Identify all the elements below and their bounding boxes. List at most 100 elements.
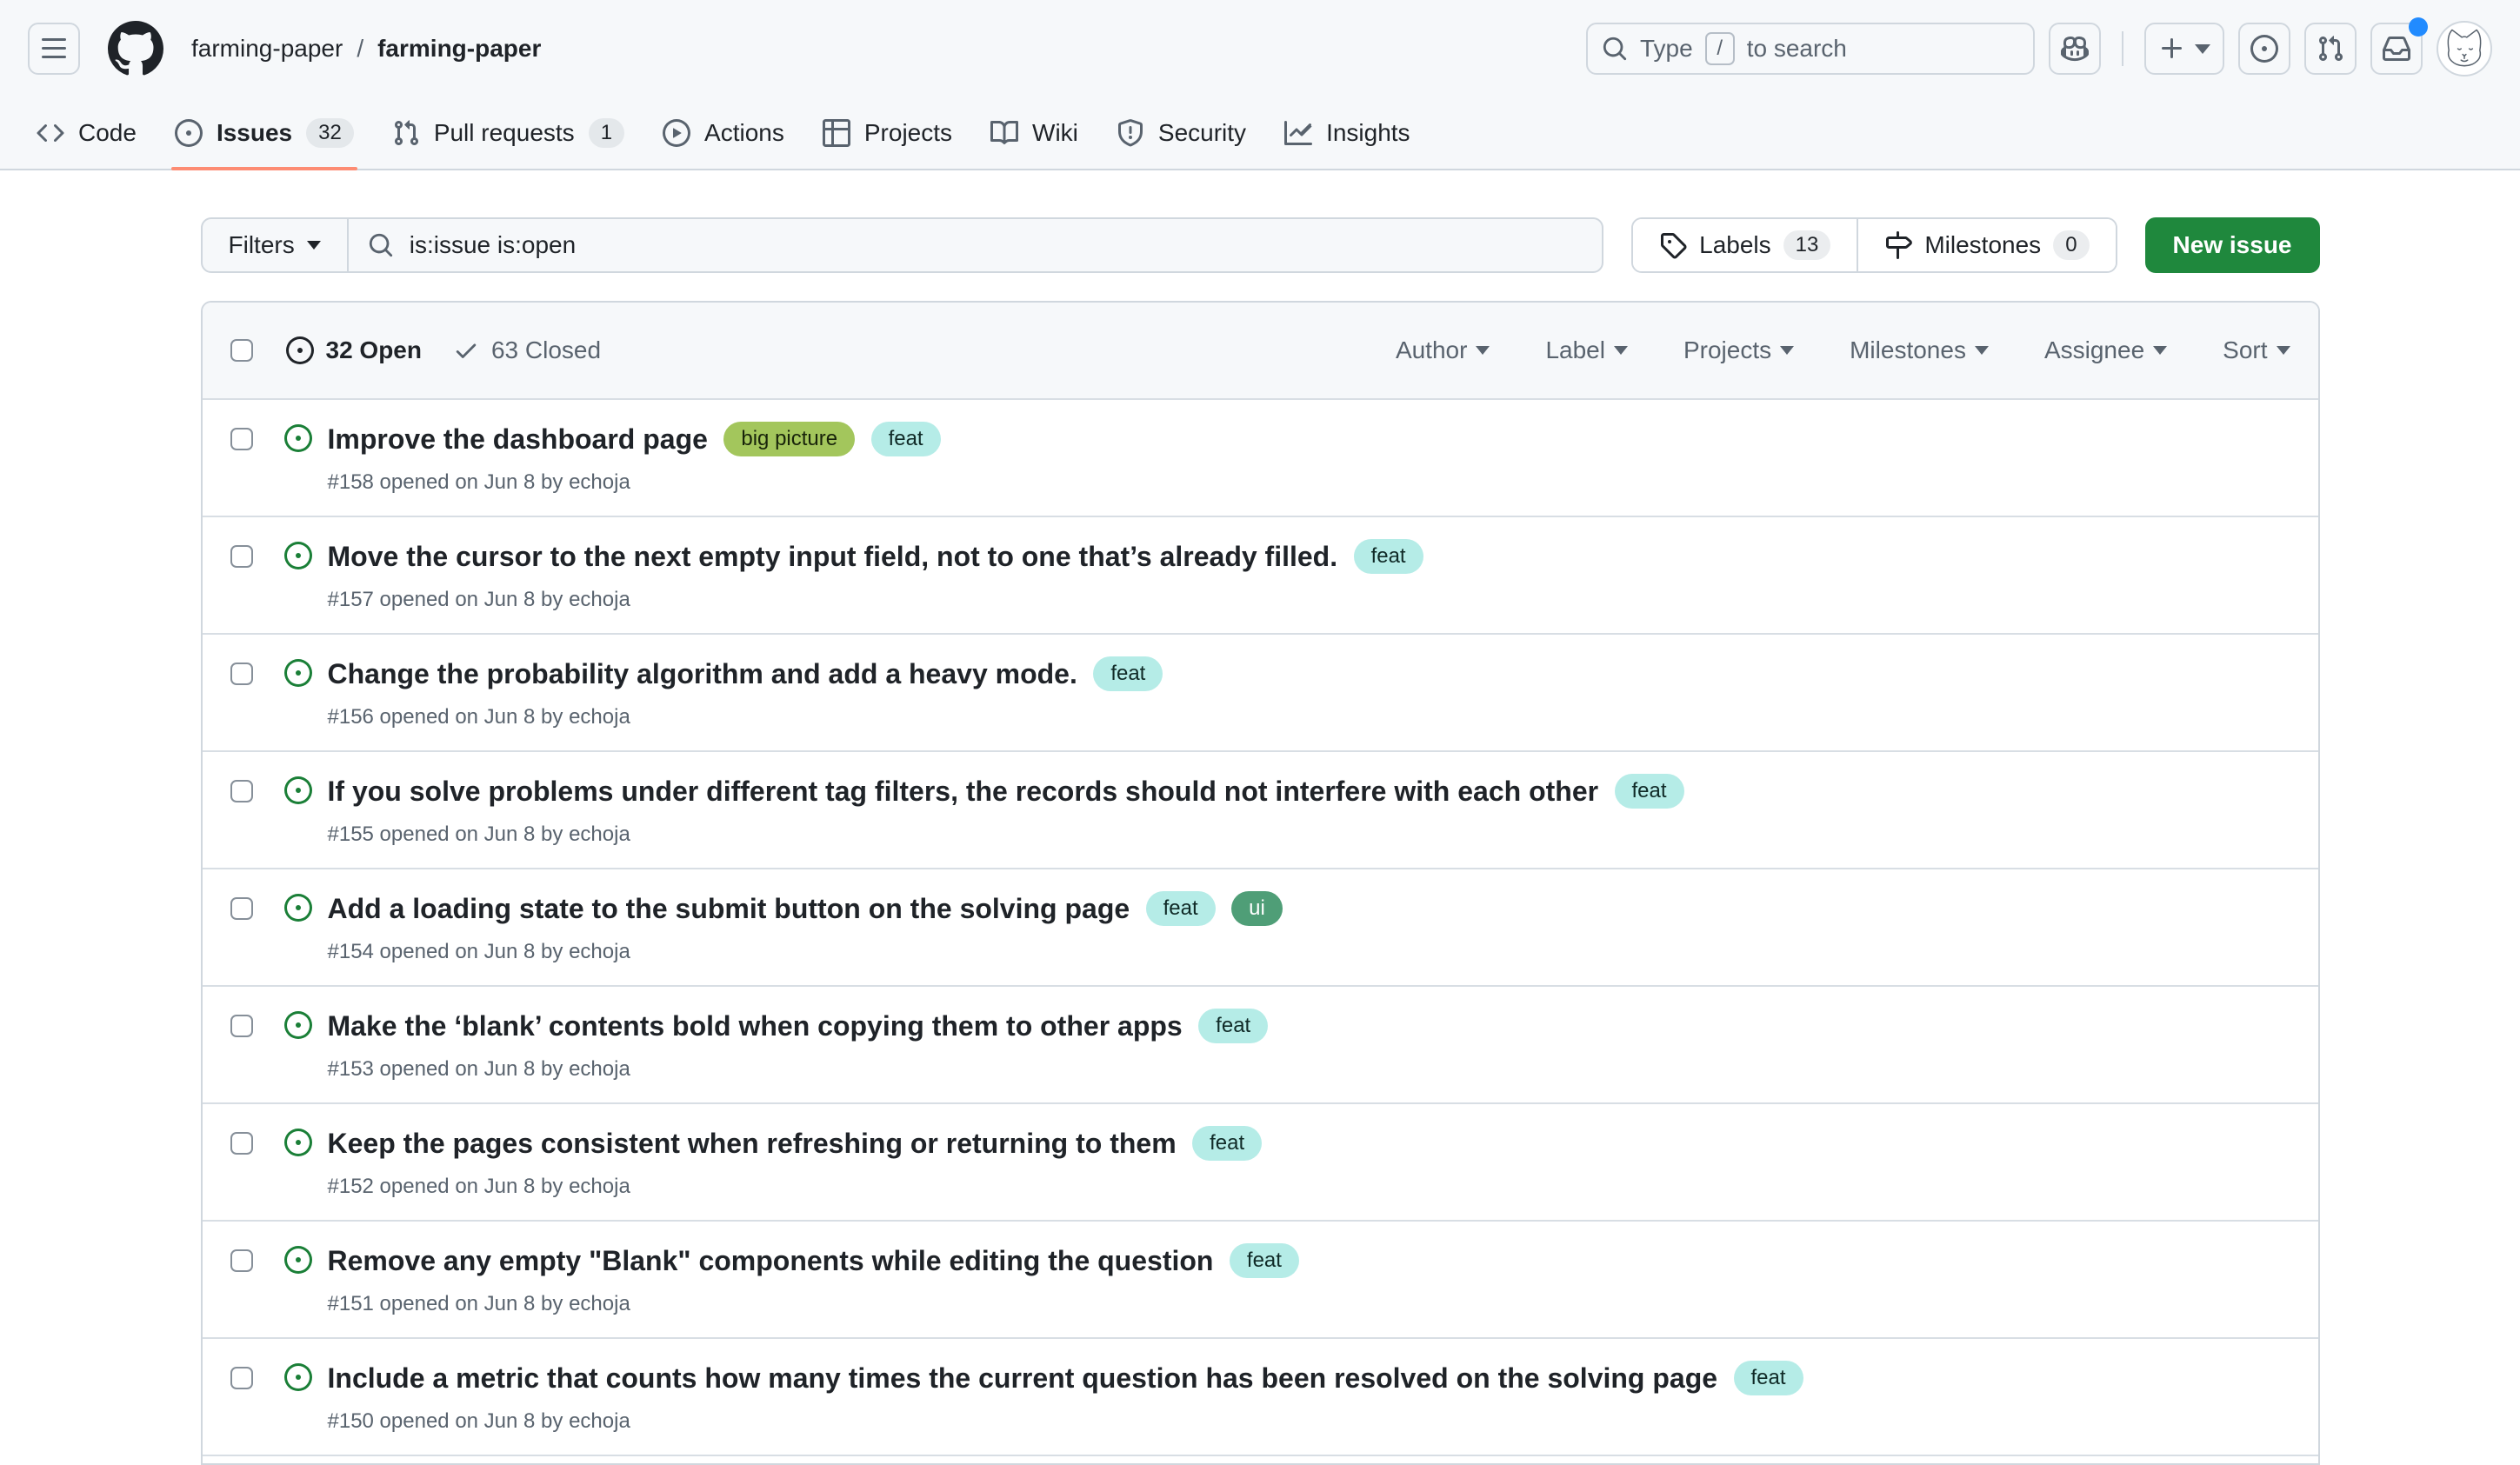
copilot-icon — [2061, 35, 2089, 63]
github-logo[interactable] — [108, 21, 163, 77]
milestones-label: Milestones — [1924, 231, 2041, 259]
issue-title-link[interactable]: Remove any empty "Blank" components whil… — [328, 1245, 1214, 1276]
create-new-button[interactable] — [2144, 23, 2224, 75]
issue-open-icon — [284, 542, 312, 569]
author-filter[interactable]: Author — [1396, 336, 1490, 364]
issue-checkbox[interactable] — [230, 545, 253, 568]
issue-row: Change the probability algorithm and add… — [203, 633, 2318, 750]
issue-checkbox[interactable] — [230, 897, 253, 920]
issue-row: Make the ‘blank’ contents bold when copy… — [203, 985, 2318, 1102]
issue-meta: #153 opened on Jun 8 by echoja — [328, 1057, 2290, 1082]
issue-label[interactable]: feat — [1093, 656, 1163, 691]
issue-label[interactable]: feat — [871, 422, 941, 456]
graph-icon — [1284, 119, 1312, 147]
filters-label: Filters — [229, 231, 295, 259]
issue-title-link[interactable]: Improve the dashboard page — [328, 423, 708, 455]
breadcrumb-owner[interactable]: farming-paper — [191, 35, 343, 63]
tab-security[interactable]: Security — [1101, 97, 1262, 169]
tab-label: Wiki — [1032, 119, 1078, 147]
projects-filter[interactable]: Projects — [1683, 336, 1794, 364]
issue-title-link[interactable]: Make the ‘blank’ contents bold when copy… — [328, 1010, 1183, 1042]
issue-label[interactable]: ui — [1231, 891, 1283, 926]
issue-open-icon — [284, 659, 312, 687]
issue-label[interactable]: feat — [1198, 1009, 1268, 1043]
issue-checkbox[interactable] — [230, 1367, 253, 1389]
issue-label[interactable]: feat — [1354, 539, 1423, 574]
tab-label: Security — [1158, 119, 1246, 147]
tab-projects[interactable]: Projects — [807, 97, 968, 169]
caret-down-icon — [1476, 346, 1490, 355]
issue-label[interactable]: feat — [1192, 1126, 1262, 1161]
milestones-button[interactable]: Milestones 0 — [1857, 219, 2115, 271]
tab-actions[interactable]: Actions — [647, 97, 800, 169]
milestones-filter[interactable]: Milestones — [1850, 336, 1989, 364]
check-icon — [453, 337, 479, 363]
issue-title-link[interactable]: Include a metric that counts how many ti… — [328, 1362, 1718, 1394]
caret-down-icon — [307, 241, 321, 250]
issue-title-link[interactable]: Change the probability algorithm and add… — [328, 658, 1077, 689]
avatar-button[interactable] — [2437, 21, 2492, 77]
issue-title-link[interactable]: Add a loading state to the submit button… — [328, 893, 1130, 924]
issue-row: If you solve problems under different ta… — [203, 750, 2318, 868]
list-filter-dropdowns: Author Label Projects Milestones Assigne… — [1396, 336, 2290, 364]
issue-opened-icon — [286, 336, 314, 364]
issue-checkbox[interactable] — [230, 428, 253, 450]
issue-open-icon — [284, 1129, 312, 1156]
new-issue-button[interactable]: New issue — [2145, 217, 2320, 273]
code-icon — [37, 119, 64, 147]
filters-dropdown-button[interactable]: Filters — [203, 219, 349, 271]
issue-label[interactable]: feat — [1146, 891, 1216, 926]
tab-code[interactable]: Code — [21, 97, 152, 169]
header-divider — [2122, 31, 2123, 66]
pull-requests-dashboard-button[interactable] — [2304, 23, 2357, 75]
tab-insights[interactable]: Insights — [1269, 97, 1426, 169]
global-search-button[interactable]: Type / to search — [1586, 23, 2035, 75]
open-count-label: 32 Open — [326, 336, 422, 364]
issue-row: Add a loading state to the submit button… — [203, 868, 2318, 985]
tab-wiki[interactable]: Wiki — [975, 97, 1094, 169]
issue-meta: #154 opened on Jun 8 by echoja — [328, 940, 2290, 964]
assignee-filter[interactable]: Assignee — [2044, 336, 2167, 364]
issues-dashboard-button[interactable] — [2238, 23, 2290, 75]
breadcrumb-repo[interactable]: farming-paper — [377, 35, 541, 63]
labels-button[interactable]: Labels 13 — [1633, 219, 1857, 271]
issue-checkbox[interactable] — [230, 1015, 253, 1037]
issue-checkbox[interactable] — [230, 663, 253, 685]
sort-filter[interactable]: Sort — [2223, 336, 2290, 364]
dropdown-label: Author — [1396, 336, 1468, 364]
caret-down-icon — [2153, 346, 2167, 355]
issues-list-header: 32 Open 63 Closed Author Label Projects … — [203, 303, 2318, 398]
issue-title-link[interactable]: Keep the pages consistent when refreshin… — [328, 1128, 1177, 1159]
issue-checkbox[interactable] — [230, 780, 253, 802]
closed-issues-toggle[interactable]: 63 Closed — [453, 336, 601, 364]
issue-open-icon — [284, 424, 312, 452]
label-filter[interactable]: Label — [1545, 336, 1628, 364]
inbox-icon — [2383, 35, 2410, 63]
tab-pull-requests[interactable]: Pull requests 1 — [377, 97, 640, 169]
issue-label[interactable]: feat — [1734, 1361, 1803, 1395]
table-icon — [823, 119, 850, 147]
issue-checkbox[interactable] — [230, 1249, 253, 1272]
three-bars-icon — [40, 35, 68, 63]
issue-label[interactable]: big picture — [723, 422, 855, 456]
issue-title-link[interactable]: Move the cursor to the next empty input … — [328, 541, 1338, 572]
issue-row: Move the cursor to the next empty input … — [203, 516, 2318, 633]
notifications-button[interactable] — [2370, 23, 2423, 75]
issue-open-icon — [284, 1246, 312, 1274]
tab-label: Projects — [864, 119, 952, 147]
issue-row: Remove any empty "Blank" components whil… — [203, 1220, 2318, 1337]
issue-search-input[interactable] — [408, 230, 1583, 260]
issue-row: Keep the pages consistent when refreshin… — [203, 1102, 2318, 1220]
issue-open-icon — [284, 894, 312, 922]
caret-down-icon — [1614, 346, 1628, 355]
hamburger-menu-button[interactable] — [28, 23, 80, 75]
select-all-checkbox[interactable] — [230, 339, 253, 362]
copilot-button[interactable] — [2049, 23, 2101, 75]
issue-label[interactable]: feat — [1615, 774, 1684, 809]
tab-issues[interactable]: Issues 32 — [159, 97, 370, 169]
issue-title-link[interactable]: If you solve problems under different ta… — [328, 776, 1599, 807]
open-issues-toggle[interactable]: 32 Open — [286, 336, 422, 364]
play-icon — [663, 119, 690, 147]
issue-label[interactable]: feat — [1230, 1243, 1299, 1278]
issue-checkbox[interactable] — [230, 1132, 253, 1155]
